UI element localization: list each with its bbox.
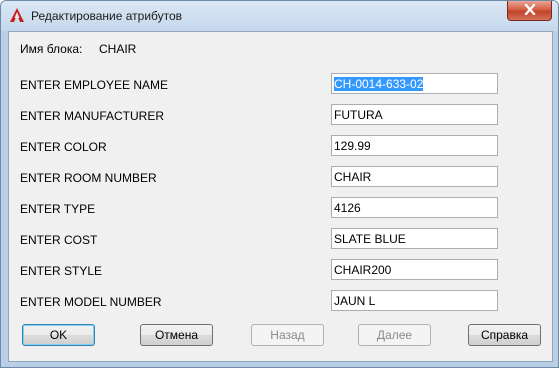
attribute-label: ENTER MODEL NUMBER [20,295,162,309]
attribute-field-room-number[interactable]: CHAIR [331,166,498,187]
block-name-label: Имя блока: [20,42,83,56]
help-button[interactable]: Справка [468,324,541,346]
back-button[interactable]: Назад [251,324,324,346]
attribute-label: ENTER COLOR [20,140,107,154]
attribute-field-manufacturer[interactable]: FUTURA [331,104,498,125]
attribute-label: ENTER MANUFACTURER [20,109,165,123]
attribute-label: ENTER TYPE [20,202,96,216]
attribute-field-color[interactable]: 129.99 [331,135,498,156]
cancel-button[interactable]: Отмена [140,324,213,346]
attribute-field-cost[interactable]: SLATE BLUE [331,228,498,249]
attribute-field-employee-name[interactable]: CH-0014-633-02 [331,73,498,94]
autocad-logo-icon [9,7,25,23]
dialog-window: Редактирование атрибутов Имя блока: CHAI… [0,0,559,368]
next-button[interactable]: Далее [358,324,431,346]
attribute-field-model-number[interactable]: JAUN L [331,290,498,311]
attribute-label: ENTER ROOM NUMBER [20,171,157,185]
attribute-label: ENTER COST [20,233,98,247]
attribute-label: ENTER STYLE [20,264,103,278]
dialog-body: Имя блока: CHAIR ENTER EMPLOYEE NAME CH-… [8,31,553,362]
ok-button[interactable]: OK [22,324,95,346]
attribute-field-type[interactable]: 4126 [331,197,498,218]
close-icon [524,3,536,18]
close-button[interactable] [507,1,552,21]
attribute-label: ENTER EMPLOYEE NAME [20,78,169,92]
attribute-field-style[interactable]: CHAIR200 [331,259,498,280]
title-bar[interactable]: Редактирование атрибутов [1,1,558,31]
window-title: Редактирование атрибутов [31,9,183,23]
block-name-value: CHAIR [99,42,137,56]
